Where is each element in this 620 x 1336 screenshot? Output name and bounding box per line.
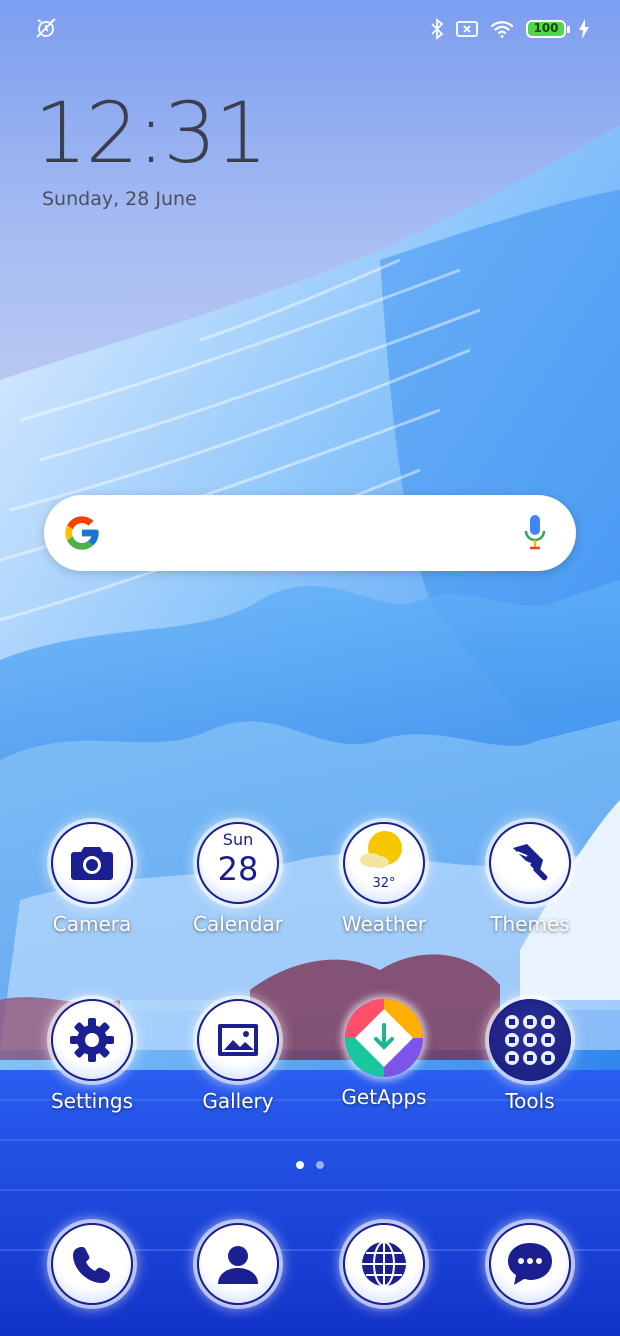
app-settings[interactable]: Settings [22,999,162,1113]
app-label-calendar: Calendar [193,912,283,936]
calendar-icon: Sun 28 [197,822,279,904]
getapps-icon [345,999,423,1077]
app-gallery[interactable]: Gallery [168,999,308,1113]
app-weather[interactable]: 32° Weather [314,822,454,936]
bluetooth-icon [430,18,444,40]
camera-icon [51,822,133,904]
alarm-off-icon [34,16,60,42]
battery-level: 100 [533,21,559,35]
mic-icon[interactable] [524,513,546,551]
app-label-themes: Themes [490,912,570,936]
dock-messages[interactable] [460,1223,600,1305]
app-getapps[interactable]: GetApps [314,999,454,1109]
app-label-weather: Weather [341,912,427,936]
app-label-camera: Camera [52,912,132,936]
clock-time[interactable]: 12:31 [34,88,268,178]
messages-icon [489,1223,571,1305]
app-label-tools: Tools [505,1089,555,1113]
no-sim-icon [456,20,478,38]
calendar-day: Sun [222,830,254,849]
gear-icon [51,999,133,1081]
app-camera[interactable]: Camera [22,822,162,936]
wifi-icon [490,19,514,39]
charging-icon [578,19,590,39]
weather-icon: 32° [343,822,425,904]
google-logo [65,516,99,550]
dock-phone[interactable] [22,1223,162,1305]
page-dot-2[interactable] [316,1161,324,1169]
app-tools-folder[interactable]: Tools [460,999,600,1113]
app-label-settings: Settings [50,1089,134,1113]
browser-icon [343,1223,425,1305]
contacts-icon [197,1223,279,1305]
phone-icon [51,1223,133,1305]
dock-browser[interactable] [314,1223,454,1305]
app-calendar[interactable]: Sun 28 Calendar [168,822,308,936]
image-icon [197,999,279,1081]
calendar-date: 28 [217,850,259,888]
page-indicator [0,1161,620,1169]
dock-contacts[interactable] [168,1223,308,1305]
app-label-gallery: Gallery [202,1089,274,1113]
page-dot-1[interactable] [296,1161,304,1169]
status-bar: 100 [0,0,620,56]
weather-temp: 32° [372,876,396,891]
battery-icon: 100 [526,20,570,38]
google-search-bar[interactable] [44,495,576,571]
app-themes[interactable]: Themes [460,822,600,936]
app-label-getapps: GetApps [341,1085,427,1109]
clock-date[interactable]: Sunday, 28 June [42,188,197,210]
paintbrush-icon [489,822,571,904]
folder-icon [489,999,571,1081]
